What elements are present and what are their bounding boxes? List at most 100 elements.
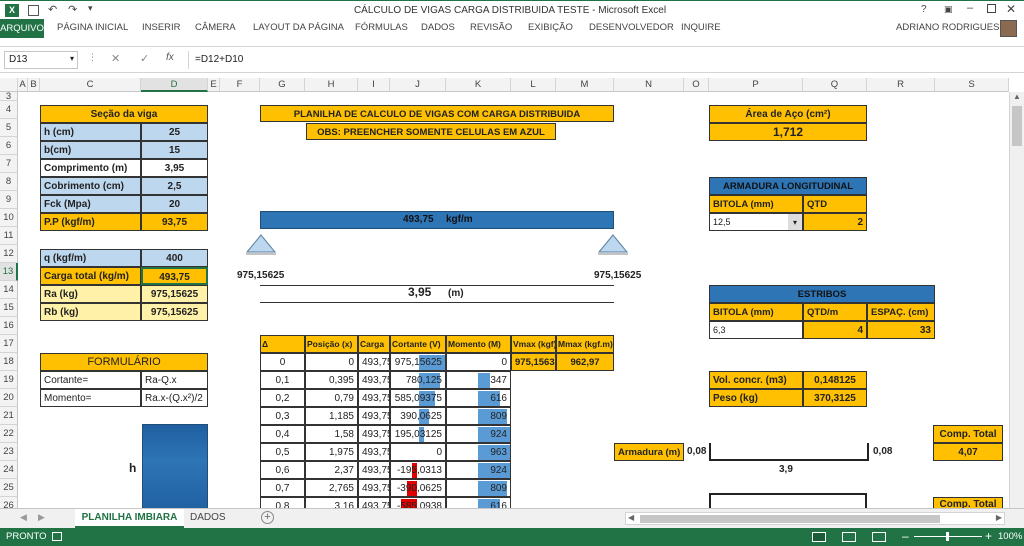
table-cell[interactable]: 585,09375 <box>390 389 446 407</box>
column-header[interactable]: F <box>220 78 260 92</box>
zoom-in-button[interactable]: + <box>985 529 992 543</box>
ra-label[interactable]: Ra (kg) <box>40 285 141 303</box>
row-header[interactable]: 26 <box>0 497 18 508</box>
table-cell[interactable]: 1,185 <box>305 407 358 425</box>
zoom-level[interactable]: 100% <box>998 531 1022 542</box>
secao-fck-label[interactable]: Fck (Mpa) <box>40 195 141 213</box>
table-cell[interactable]: 3,16 <box>305 497 358 508</box>
row-header[interactable]: 25 <box>0 479 18 497</box>
avatar[interactable] <box>1000 20 1017 37</box>
table-cell[interactable]: 2,37 <box>305 461 358 479</box>
tab-exibicao[interactable]: EXIBIÇÃO <box>528 22 573 33</box>
cancel-icon[interactable]: ✕ <box>111 52 120 65</box>
table-cell[interactable]: 2,765 <box>305 479 358 497</box>
enter-icon[interactable]: ✓ <box>140 52 149 65</box>
scroll-up-icon[interactable]: ▲ <box>1013 92 1021 101</box>
tab-layout[interactable]: LAYOUT DA PÁGINA <box>253 22 344 33</box>
zoom-slider-thumb[interactable] <box>946 532 949 541</box>
row-header[interactable]: 17 <box>0 335 18 353</box>
sheet-tab-planilha-imbiara[interactable]: PLANILHA IMBIARA <box>75 509 184 528</box>
table-header[interactable]: Mmax (kgf.m) <box>556 335 614 353</box>
table-cell[interactable]: 809 <box>446 479 511 497</box>
tab-revisao[interactable]: REVISÃO <box>470 22 512 33</box>
table-cell[interactable]: 493,75 <box>358 425 390 443</box>
q-value[interactable]: 400 <box>141 249 208 267</box>
table-cell[interactable]: 1,975 <box>305 443 358 461</box>
table-header[interactable]: Posição (x) <box>305 335 358 353</box>
tab-arquivo[interactable]: ARQUIVO <box>0 19 44 38</box>
comp-total-label-2[interactable]: Comp. Total <box>933 497 1003 508</box>
tab-desenvolvedor[interactable]: DESENVOLVEDOR <box>589 22 674 33</box>
column-header[interactable]: N <box>614 78 684 92</box>
vol-label[interactable]: Vol. concr. (m3) <box>709 371 803 389</box>
column-header[interactable]: G <box>260 78 305 92</box>
vol-value[interactable]: 0,148125 <box>803 371 867 389</box>
table-cell[interactable]: 0,1 <box>260 371 305 389</box>
mmax-value[interactable]: 962,97 <box>556 353 614 371</box>
column-header[interactable]: S <box>935 78 1009 92</box>
table-cell[interactable]: 616 <box>446 389 511 407</box>
secao-h-value[interactable]: 25 <box>141 123 208 141</box>
table-cell[interactable]: 0 <box>260 353 305 371</box>
secao-h-label[interactable]: h (cm) <box>40 123 141 141</box>
secao-comp-value[interactable]: 3,95 <box>141 159 208 177</box>
row-header[interactable]: 23 <box>0 443 18 461</box>
estribos-qtd-value[interactable]: 4 <box>803 321 867 339</box>
close-button[interactable]: ✕ <box>1006 2 1016 16</box>
column-header[interactable]: B <box>28 78 40 92</box>
worksheet-grid[interactable]: ABCDEFGHIJKLMNOPQRS 3 4 5 6 7 8 9 10 11 12 13 14 15 1… <box>0 78 1024 508</box>
secao-cob-value[interactable]: 2,5 <box>141 177 208 195</box>
aco-value[interactable]: 1,712 <box>709 123 867 141</box>
secao-title[interactable]: Seção da viga <box>40 105 208 123</box>
arm-long-bitola-header[interactable]: BITOLA (mm) <box>709 195 803 213</box>
planilha-title[interactable]: PLANILHA DE CALCULO DE VIGAS COM CARGA D… <box>260 105 614 122</box>
table-header[interactable]: Momento (M) <box>446 335 511 353</box>
table-cell[interactable]: 975,15625 <box>390 353 446 371</box>
column-header[interactable]: J <box>390 78 446 92</box>
arm-long-title[interactable]: ARMADURA LONGITUDINAL <box>709 177 867 195</box>
secao-cob-label[interactable]: Cobrimento (cm) <box>40 177 141 195</box>
pp-label[interactable]: P.P (kgf/m) <box>40 213 141 231</box>
tab-inquire[interactable]: INQUIRE <box>681 22 721 33</box>
table-cell[interactable]: 0,4 <box>260 425 305 443</box>
table-cell[interactable]: 0 <box>305 353 358 371</box>
column-header[interactable]: Q <box>803 78 867 92</box>
tab-dados[interactable]: DADOS <box>421 22 455 33</box>
formulario-momento-label[interactable]: Momento= <box>40 389 141 407</box>
secao-fck-value[interactable]: 20 <box>141 195 208 213</box>
row-header[interactable]: 20 <box>0 389 18 407</box>
scroll-thumb[interactable] <box>1012 106 1022 146</box>
second-section-box[interactable] <box>709 493 867 508</box>
beam-section-shape[interactable] <box>142 424 208 508</box>
estribos-esp-value[interactable]: 33 <box>867 321 935 339</box>
more-icon[interactable]: ⋮ <box>88 52 97 63</box>
table-cell[interactable]: 0,7 <box>260 479 305 497</box>
table-cell[interactable]: 0,5 <box>260 443 305 461</box>
ribbon-display-icon[interactable]: ▣ <box>944 4 953 15</box>
estribos-qtd-header[interactable]: QTD/m <box>803 303 867 321</box>
table-cell[interactable]: -585,0938 <box>390 497 446 508</box>
hscroll-thumb[interactable] <box>640 515 940 523</box>
macro-record-icon[interactable] <box>52 532 62 541</box>
chevron-down-icon[interactable]: ▾ <box>70 54 74 63</box>
formulario-momento-expr[interactable]: Ra.x-(Q.x²)/2 <box>141 389 208 407</box>
row-header[interactable]: 7 <box>0 155 18 173</box>
next-sheet-icon[interactable]: ▶ <box>38 512 45 523</box>
comp-total-label[interactable]: Comp. Total <box>933 425 1003 443</box>
estribos-title[interactable]: ESTRIBOS <box>709 285 935 303</box>
table-cell[interactable]: 493,75 <box>358 461 390 479</box>
page-break-view-icon[interactable] <box>872 532 886 542</box>
table-cell[interactable]: 390,0625 <box>390 407 446 425</box>
save-icon[interactable] <box>28 5 39 16</box>
table-cell[interactable]: -195,0313 <box>390 461 446 479</box>
row-header[interactable]: 8 <box>0 173 18 191</box>
table-header[interactable]: Carga <box>358 335 390 353</box>
peso-value[interactable]: 370,3125 <box>803 389 867 407</box>
aco-title[interactable]: Área de Aço (cm²) <box>709 105 867 123</box>
page-layout-view-icon[interactable] <box>842 532 856 542</box>
table-cell[interactable]: 0,395 <box>305 371 358 389</box>
table-cell[interactable]: -390,0625 <box>390 479 446 497</box>
undo-icon[interactable]: ↶ <box>48 3 57 16</box>
column-header[interactable]: R <box>867 78 935 92</box>
table-cell[interactable]: 493,75 <box>358 353 390 371</box>
